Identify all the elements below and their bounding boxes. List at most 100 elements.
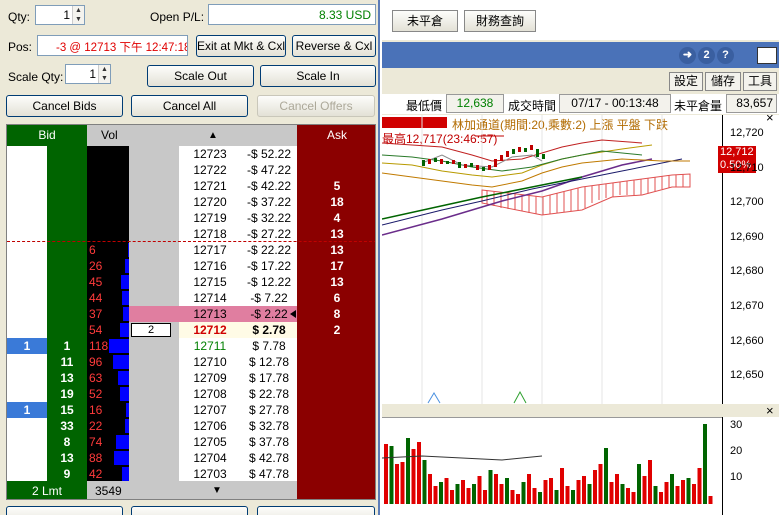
arrow-right-icon[interactable]: ➜	[679, 47, 696, 64]
maximize-icon[interactable]	[757, 47, 777, 64]
ask-qty-cell[interactable]	[297, 162, 375, 178]
price-cell[interactable]: 12712	[179, 322, 241, 338]
bid-order-cell[interactable]	[7, 418, 47, 434]
cancel-all-button[interactable]: Cancel All	[131, 95, 248, 117]
ask-qty-cell[interactable]	[297, 386, 375, 402]
price-cell[interactable]: 12722	[179, 162, 241, 178]
scroll-up-icon[interactable]: ▲	[129, 125, 297, 146]
ladder-row[interactable]: 13 88 12704 $ 42.78	[7, 450, 375, 466]
ask-qty-cell[interactable]: 13	[297, 242, 375, 258]
tab-finance-query[interactable]: 財務查詢	[464, 10, 536, 32]
ask-qty-cell[interactable]	[297, 354, 375, 370]
close-icon[interactable]: ×	[766, 403, 774, 418]
bid-order-cell[interactable]	[7, 258, 47, 274]
price-cell[interactable]: 12706	[179, 418, 241, 434]
ladder-row[interactable]: 33 22 12706 $ 32.78	[7, 418, 375, 434]
ladder-row[interactable]: 12720 -$ 37.22 18	[7, 194, 375, 210]
exit-at-market-button[interactable]: Exit at Mkt & Cxl	[196, 35, 286, 57]
bid-order-cell[interactable]	[7, 354, 47, 370]
ladder-row[interactable]: 44 12714 -$ 7.22 6	[7, 290, 375, 306]
bid-qty-cell[interactable]: 8	[47, 434, 87, 450]
bid-qty-cell[interactable]	[47, 162, 87, 178]
settings-button[interactable]: 設定	[669, 72, 703, 91]
bid-order-cell[interactable]	[7, 274, 47, 290]
spinner-arrows-icon[interactable]: ▲ ▼	[72, 6, 84, 24]
ask-qty-cell[interactable]: 4	[297, 210, 375, 226]
bid-order-cell[interactable]	[7, 210, 47, 226]
bid-qty-cell[interactable]: 11	[47, 354, 87, 370]
ladder-row[interactable]: 45 12715 -$ 12.22 13	[7, 274, 375, 290]
ask-qty-cell[interactable]	[297, 466, 375, 482]
bid-order-cell[interactable]	[7, 466, 47, 482]
ask-qty-cell[interactable]: 2	[297, 322, 375, 338]
reverse-button[interactable]: Reverse & Cxl	[292, 35, 376, 57]
help-number-icon[interactable]: 2	[698, 47, 715, 64]
ladder-row[interactable]: 12723 -$ 52.22	[7, 146, 375, 162]
bid-qty-cell[interactable]	[47, 146, 87, 162]
price-cell[interactable]: 12720	[179, 194, 241, 210]
bid-order-cell[interactable]	[7, 386, 47, 402]
ladder-row[interactable]: 6 12717 -$ 22.22 13	[7, 241, 375, 258]
ladder-row[interactable]: 12721 -$ 42.22 5	[7, 178, 375, 194]
bid-qty-cell[interactable]: 33	[47, 418, 87, 434]
ask-qty-cell[interactable]	[297, 418, 375, 434]
save-button[interactable]: 儲存	[705, 72, 741, 91]
price-cell[interactable]: 12711	[179, 338, 241, 354]
buy-mkt-button[interactable]	[6, 506, 123, 515]
ask-qty-cell[interactable]: 8	[297, 306, 375, 322]
price-cell[interactable]: 12705	[179, 434, 241, 450]
scale-out-button[interactable]: Scale Out	[147, 65, 254, 87]
price-cell[interactable]: 12715	[179, 274, 241, 290]
bid-qty-cell[interactable]	[47, 242, 87, 258]
ladder-row[interactable]: 8 74 12705 $ 37.78	[7, 434, 375, 450]
bid-qty-cell[interactable]	[47, 306, 87, 322]
bid-qty-cell[interactable]	[47, 194, 87, 210]
price-cell[interactable]: 12707	[179, 402, 241, 418]
bid-qty-cell[interactable]	[47, 178, 87, 194]
ladder-row[interactable]: 12719 -$ 32.22 4	[7, 210, 375, 226]
ladder-row[interactable]: 1 15 16 12707 $ 27.78	[7, 402, 375, 418]
bid-qty-cell[interactable]: 13	[47, 450, 87, 466]
bid-order-cell[interactable]	[7, 290, 47, 306]
price-cell[interactable]: 12717	[179, 242, 241, 258]
bid-qty-cell[interactable]	[47, 210, 87, 226]
bid-qty-cell[interactable]	[47, 258, 87, 274]
ladder-row[interactable]: 37 12713 -$ 2.22 8	[7, 306, 375, 322]
price-cell[interactable]: 12703	[179, 466, 241, 482]
ask-qty-cell[interactable]: 18	[297, 194, 375, 210]
close-icon[interactable]: ×	[766, 110, 774, 125]
ladder-row[interactable]: 19 52 12708 $ 22.78	[7, 386, 375, 402]
ask-qty-cell[interactable]: 13	[297, 226, 375, 242]
bid-order-cell[interactable]	[7, 146, 47, 162]
bid-order-cell[interactable]: 1	[7, 338, 47, 354]
ask-qty-cell[interactable]	[297, 146, 375, 162]
cancel-bids-button[interactable]: Cancel Bids	[6, 95, 123, 117]
ladder-row[interactable]: 13 63 12709 $ 17.78	[7, 370, 375, 386]
tools-button[interactable]: 工具	[743, 72, 777, 91]
ladder-row[interactable]: 54 12712 $ 2.78 2 2	[7, 322, 375, 338]
bid-order-cell[interactable]	[7, 322, 47, 338]
bid-qty-cell[interactable]: 9	[47, 466, 87, 482]
price-cell[interactable]: 12710	[179, 354, 241, 370]
bid-qty-cell[interactable]: 1	[47, 338, 87, 354]
ask-qty-cell[interactable]: 17	[297, 258, 375, 274]
bid-order-cell[interactable]	[7, 242, 47, 258]
bid-qty-cell[interactable]	[47, 322, 87, 338]
bid-order-cell[interactable]: 1	[7, 402, 47, 418]
ladder-row[interactable]: 11 96 12710 $ 12.78	[7, 354, 375, 370]
ladder-row[interactable]: 1 1 118 12711 $ 7.78	[7, 338, 375, 354]
bid-qty-cell[interactable]: 13	[47, 370, 87, 386]
ask-qty-cell[interactable]	[297, 402, 375, 418]
bid-order-cell[interactable]	[7, 178, 47, 194]
ladder-row[interactable]: 26 12716 -$ 17.22 17	[7, 258, 375, 274]
ladder-row[interactable]: 12722 -$ 47.22	[7, 162, 375, 178]
price-cell[interactable]: 12709	[179, 370, 241, 386]
working-order-qty[interactable]: 2	[131, 323, 171, 337]
bid-order-cell[interactable]	[7, 370, 47, 386]
price-cell[interactable]: 12714	[179, 290, 241, 306]
bid-order-cell[interactable]	[7, 226, 47, 242]
center-button[interactable]	[131, 506, 248, 515]
price-cell[interactable]: 12721	[179, 178, 241, 194]
ask-qty-cell[interactable]: 5	[297, 178, 375, 194]
price-cell[interactable]: 12704	[179, 450, 241, 466]
